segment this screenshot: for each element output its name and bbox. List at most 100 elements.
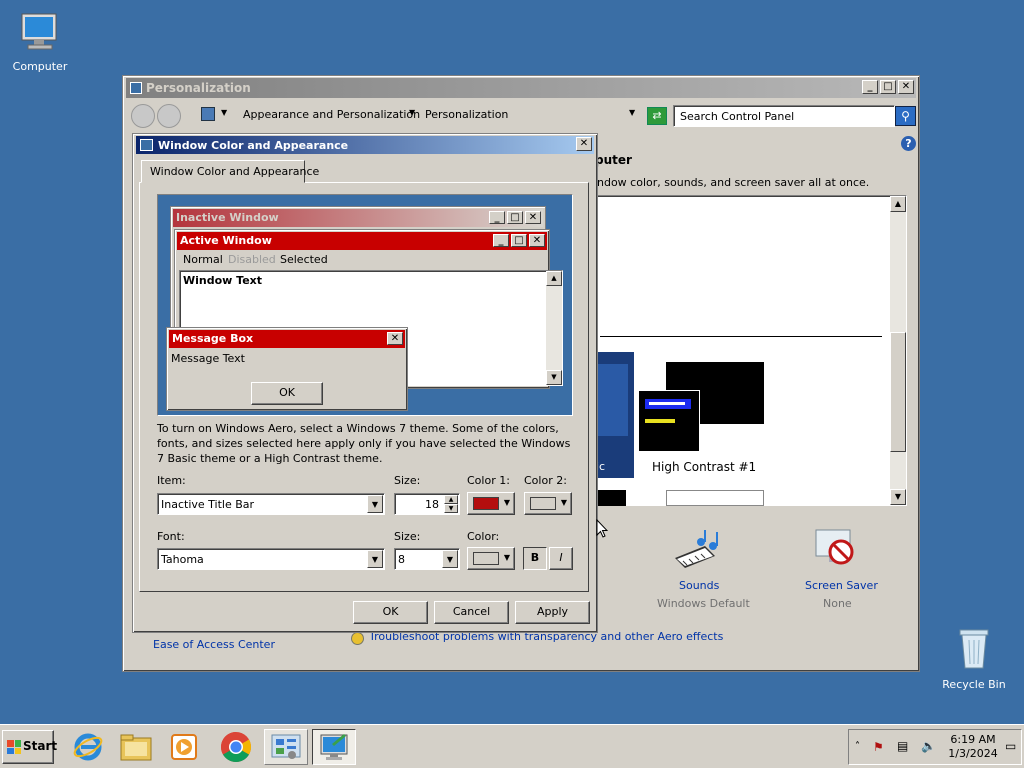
- scroll-down-button[interactable]: ▼: [890, 489, 906, 505]
- font-size-select[interactable]: 8 ▼: [394, 548, 460, 570]
- color1-picker[interactable]: ▼: [467, 492, 515, 515]
- back-button[interactable]: [131, 104, 155, 128]
- italic-toggle[interactable]: I: [549, 547, 573, 570]
- aero-info-text: To turn on Windows Aero, select a Window…: [157, 422, 571, 465]
- clock-time: 6:19 AM: [950, 733, 996, 746]
- taskbar-explorer[interactable]: [114, 729, 158, 765]
- start-button[interactable]: Start: [2, 730, 58, 764]
- forward-button[interactable]: [157, 104, 181, 128]
- color1-dropdown-icon: ▼: [503, 498, 510, 507]
- theme-list[interactable]: ic High Contrast #1 ▲ ▼: [593, 195, 907, 506]
- item-size-value: 18: [425, 498, 439, 511]
- taskbar-chrome[interactable]: [214, 729, 258, 765]
- preview-message-box: Message Box ✕ Message Text OK: [166, 327, 408, 411]
- nav-buttons: [129, 103, 181, 129]
- media-player-icon: [171, 734, 197, 760]
- item-size-spinner[interactable]: 18 ▲ ▼: [394, 493, 460, 515]
- scroll-thumb[interactable]: [890, 332, 906, 452]
- font-color-dropdown-icon: ▼: [503, 553, 510, 562]
- sounds-link[interactable]: Sounds: [679, 579, 719, 592]
- cancel-button[interactable]: Cancel: [434, 601, 509, 624]
- tab-window-color[interactable]: Window Color and Appearance: [141, 160, 319, 183]
- windows-logo-icon: [7, 740, 21, 754]
- system-tray: ˄ ⚑ ▤ 🔈 6:19 AM 1/3/2024 ▭: [848, 729, 1022, 765]
- font-size-dropdown-icon[interactable]: ▼: [442, 550, 458, 568]
- volume-muted-icon[interactable]: 🔈: [921, 739, 936, 753]
- recycle-bin-desktop-icon[interactable]: Recycle Bin: [934, 624, 1014, 691]
- search-placeholder: Search Control Panel: [680, 110, 795, 123]
- color1-swatch: [473, 497, 499, 510]
- help-icon[interactable]: ?: [901, 136, 916, 151]
- font-dropdown-icon[interactable]: ▼: [367, 550, 383, 568]
- color2-picker[interactable]: ▼: [524, 492, 572, 515]
- breadcrumb-separator-icon[interactable]: ▼: [409, 108, 415, 117]
- preview-msgbox-text: Message Text: [171, 352, 245, 365]
- theme-high-contrast-window: [638, 390, 700, 452]
- preview-inactive-title: Inactive Window: [176, 211, 279, 224]
- personalization-titlebar[interactable]: Personalization _ □ ✕: [126, 78, 916, 98]
- breadcrumb-appearance[interactable]: Appearance and Personalization: [243, 108, 420, 121]
- preview-menu-disabled: Disabled: [228, 253, 276, 266]
- sounds-icon[interactable]: [671, 528, 723, 574]
- action-center-flag-icon[interactable]: ⚑: [873, 740, 884, 754]
- taskbar-personalization[interactable]: [312, 729, 356, 765]
- computer-desktop-icon[interactable]: Computer: [0, 10, 80, 73]
- dialog-title: Window Color and Appearance: [158, 138, 349, 152]
- page-heading-fragment: puter: [595, 153, 632, 167]
- screen-saver-icon[interactable]: [813, 526, 859, 572]
- apply-button[interactable]: Apply: [515, 601, 590, 624]
- font-select[interactable]: Tahoma ▼: [157, 548, 385, 570]
- ease-of-access-link[interactable]: Ease of Access Center: [153, 638, 275, 651]
- color2-dropdown-icon: ▼: [560, 498, 567, 507]
- preview-msgbox-title: Message Box: [172, 332, 254, 345]
- search-input[interactable]: Search Control Panel: [673, 105, 895, 127]
- preview-area: Inactive Window _ □ ✕ Active Window _ □ ✕ No…: [157, 194, 573, 416]
- item-select[interactable]: Inactive Title Bar ▼: [157, 493, 385, 515]
- address-dropdown-icon[interactable]: ▼: [629, 108, 635, 117]
- ok-button[interactable]: OK: [353, 601, 428, 624]
- search-icon[interactable]: ⚲: [895, 106, 916, 126]
- dialog-close-button[interactable]: ✕: [576, 137, 592, 151]
- dialog-titlebar[interactable]: Window Color and Appearance ✕: [136, 136, 594, 154]
- network-icon[interactable]: ▤: [897, 739, 908, 753]
- personalization-icon: [320, 734, 348, 760]
- chevron-down-icon[interactable]: ▼: [221, 108, 227, 117]
- recycle-bin-icon: [959, 629, 989, 669]
- theme-high-contrast-label[interactable]: High Contrast #1: [652, 460, 756, 474]
- breadcrumb-personalization[interactable]: Personalization: [425, 108, 508, 121]
- show-desktop-icon[interactable]: ▭: [1005, 739, 1016, 753]
- size-up-icon[interactable]: ▲: [444, 495, 458, 504]
- item-label: Item:: [157, 474, 186, 487]
- folder-icon: [120, 734, 152, 761]
- computer-label: Computer: [12, 60, 68, 73]
- address-bar[interactable]: ▼ Appearance and Personalization ▼ Perso…: [197, 104, 641, 126]
- scroll-up-button[interactable]: ▲: [890, 196, 906, 212]
- close-button[interactable]: ✕: [898, 80, 914, 94]
- bold-toggle[interactable]: B: [523, 547, 547, 570]
- minimize-button[interactable]: _: [862, 80, 878, 94]
- control-panel-icon: [201, 107, 215, 121]
- font-color-picker[interactable]: ▼: [467, 547, 515, 570]
- internet-explorer-icon: [73, 733, 103, 761]
- taskbar-control-panel[interactable]: [264, 729, 308, 765]
- clock[interactable]: 6:19 AM 1/3/2024: [945, 733, 1001, 761]
- theme-list-scrollbar[interactable]: ▲ ▼: [890, 196, 906, 505]
- screen-saver-link[interactable]: Screen Saver: [805, 579, 878, 592]
- item-dropdown-icon[interactable]: ▼: [367, 495, 383, 513]
- computer-icon: [21, 13, 57, 50]
- font-value: Tahoma: [161, 553, 204, 566]
- preview-window-text: Window Text: [183, 274, 263, 287]
- preview-menu-normal: Normal: [183, 253, 223, 266]
- taskbar-ie[interactable]: [66, 729, 110, 765]
- mouse-cursor-icon: [596, 519, 608, 538]
- size-down-icon[interactable]: ▼: [444, 504, 458, 513]
- preview-inactive-titlebar: Inactive Window _ □ ✕: [173, 209, 543, 227]
- personalization-window-icon: [130, 82, 142, 94]
- recycle-bin-label: Recycle Bin: [942, 678, 1006, 691]
- refresh-icon[interactable]: ⇄: [647, 107, 667, 125]
- sounds-value: Windows Default: [657, 597, 750, 610]
- show-hidden-icons-icon[interactable]: ˄: [855, 741, 860, 752]
- maximize-button[interactable]: □: [880, 80, 896, 94]
- taskbar-media-player[interactable]: [162, 729, 206, 765]
- start-label: Start: [23, 739, 58, 753]
